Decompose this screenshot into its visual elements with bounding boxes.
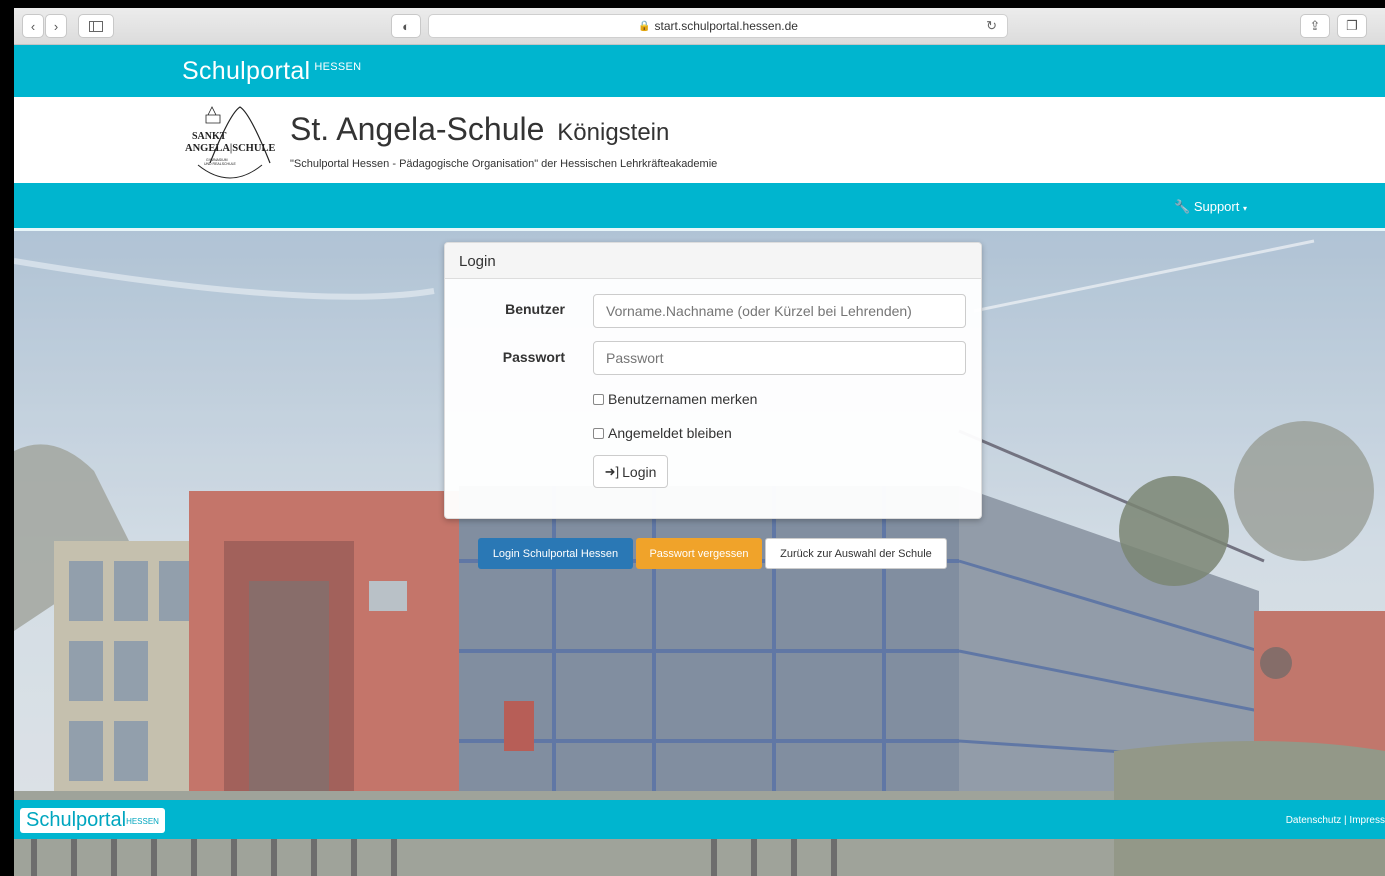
tabs-icon[interactable]: ❐ xyxy=(1337,14,1367,38)
password-input[interactable] xyxy=(593,341,966,375)
back-to-school-selection-button[interactable]: Zurück zur Auswahl der Schule xyxy=(765,538,947,569)
support-menu[interactable]: 🔧 Support ▾ xyxy=(1174,199,1247,215)
remember-user-label: Benutzernamen merken xyxy=(608,391,758,407)
footer: SchulportalHESSEN Datenschutz | Impress xyxy=(14,800,1385,839)
checkbox-box[interactable] xyxy=(593,393,604,405)
wrench-icon: 🔧 xyxy=(1174,199,1191,214)
school-name: St. Angela-Schule Königstein xyxy=(290,111,669,148)
footer-brand-sup: HESSEN xyxy=(126,817,159,826)
reload-icon[interactable]: ↻ xyxy=(986,18,997,34)
sign-in-icon: ➜] xyxy=(604,463,620,479)
footer-brand[interactable]: SchulportalHESSEN xyxy=(20,808,165,833)
remember-user-checkbox[interactable]: Benutzernamen merken xyxy=(593,391,757,407)
share-icon[interactable]: ⇪ xyxy=(1300,14,1330,38)
caret-down-icon: ▾ xyxy=(1242,204,1247,213)
page: Schulportal HESSEN SANKT ANGELA|SCHULE GY… xyxy=(14,45,1385,876)
support-label: Support xyxy=(1193,199,1240,214)
school-logo: SANKT ANGELA|SCHULE GYMNASIUM UND REALSC… xyxy=(184,103,276,179)
portal-login-button[interactable]: Login Schulportal Hessen xyxy=(478,538,633,569)
footer-brand-text: Schulportal xyxy=(26,809,127,831)
svg-text:SANKT: SANKT xyxy=(192,131,227,142)
forgot-password-button[interactable]: Passwort vergessen xyxy=(636,538,762,569)
login-button-label: Login xyxy=(622,463,657,480)
school-subtitle: "Schulportal Hessen - Pädagogische Organ… xyxy=(290,158,718,170)
back-label: Zurück zur Auswahl der Schule xyxy=(780,547,932,560)
portal-header: Schulportal HESSEN xyxy=(14,45,1385,97)
lock-icon: 🔒 xyxy=(638,20,651,32)
school-header: SANKT ANGELA|SCHULE GYMNASIUM UND REALSC… xyxy=(14,97,1385,183)
checkbox-box[interactable] xyxy=(593,427,604,439)
school-name-text: St. Angela-Schule xyxy=(290,111,545,147)
url-text: start.schulportal.hessen.de xyxy=(654,19,798,33)
sidebar-toggle-icon[interactable] xyxy=(78,14,114,38)
login-panel: Login Benutzer Passwort Benutzernamen me… xyxy=(444,242,982,519)
back-icon[interactable]: ‹ xyxy=(22,14,44,38)
browser-window: ‹ › ◐ 🔒 start.schulportal.hessen.de ↻ ⇪ … xyxy=(0,0,1385,876)
address-bar[interactable]: 🔒 start.schulportal.hessen.de ↻ xyxy=(428,14,1008,38)
navbar: 🔧 Support ▾ xyxy=(14,183,1385,231)
password-label: Passwort xyxy=(502,349,565,365)
svg-text:UND REALSCHULE: UND REALSCHULE xyxy=(204,162,237,166)
stay-logged-in-label: Angemeldet bleiben xyxy=(608,425,732,441)
browser-toolbar: ‹ › ◐ 🔒 start.schulportal.hessen.de ↻ ⇪ … xyxy=(14,8,1385,45)
login-title: Login xyxy=(445,243,981,279)
forward-icon[interactable]: › xyxy=(45,14,67,38)
stay-logged-in-checkbox[interactable]: Angemeldet bleiben xyxy=(593,425,732,441)
brand-sup: HESSEN xyxy=(314,61,362,73)
privacy-shield-icon[interactable]: ◐ xyxy=(391,14,421,38)
username-input[interactable] xyxy=(593,294,966,328)
user-label: Benutzer xyxy=(505,301,565,317)
svg-text:ANGELA|SCHULE: ANGELA|SCHULE xyxy=(185,143,275,154)
school-location: Königstein xyxy=(557,119,670,146)
brand-text: Schulportal xyxy=(182,57,311,85)
forgot-password-label: Passwort vergessen xyxy=(649,547,749,560)
login-button[interactable]: ➜] Login xyxy=(593,455,668,488)
portal-brand[interactable]: Schulportal HESSEN xyxy=(182,57,361,86)
portal-login-label: Login Schulportal Hessen xyxy=(492,547,619,560)
footer-links[interactable]: Datenschutz | Impress xyxy=(1286,815,1385,826)
